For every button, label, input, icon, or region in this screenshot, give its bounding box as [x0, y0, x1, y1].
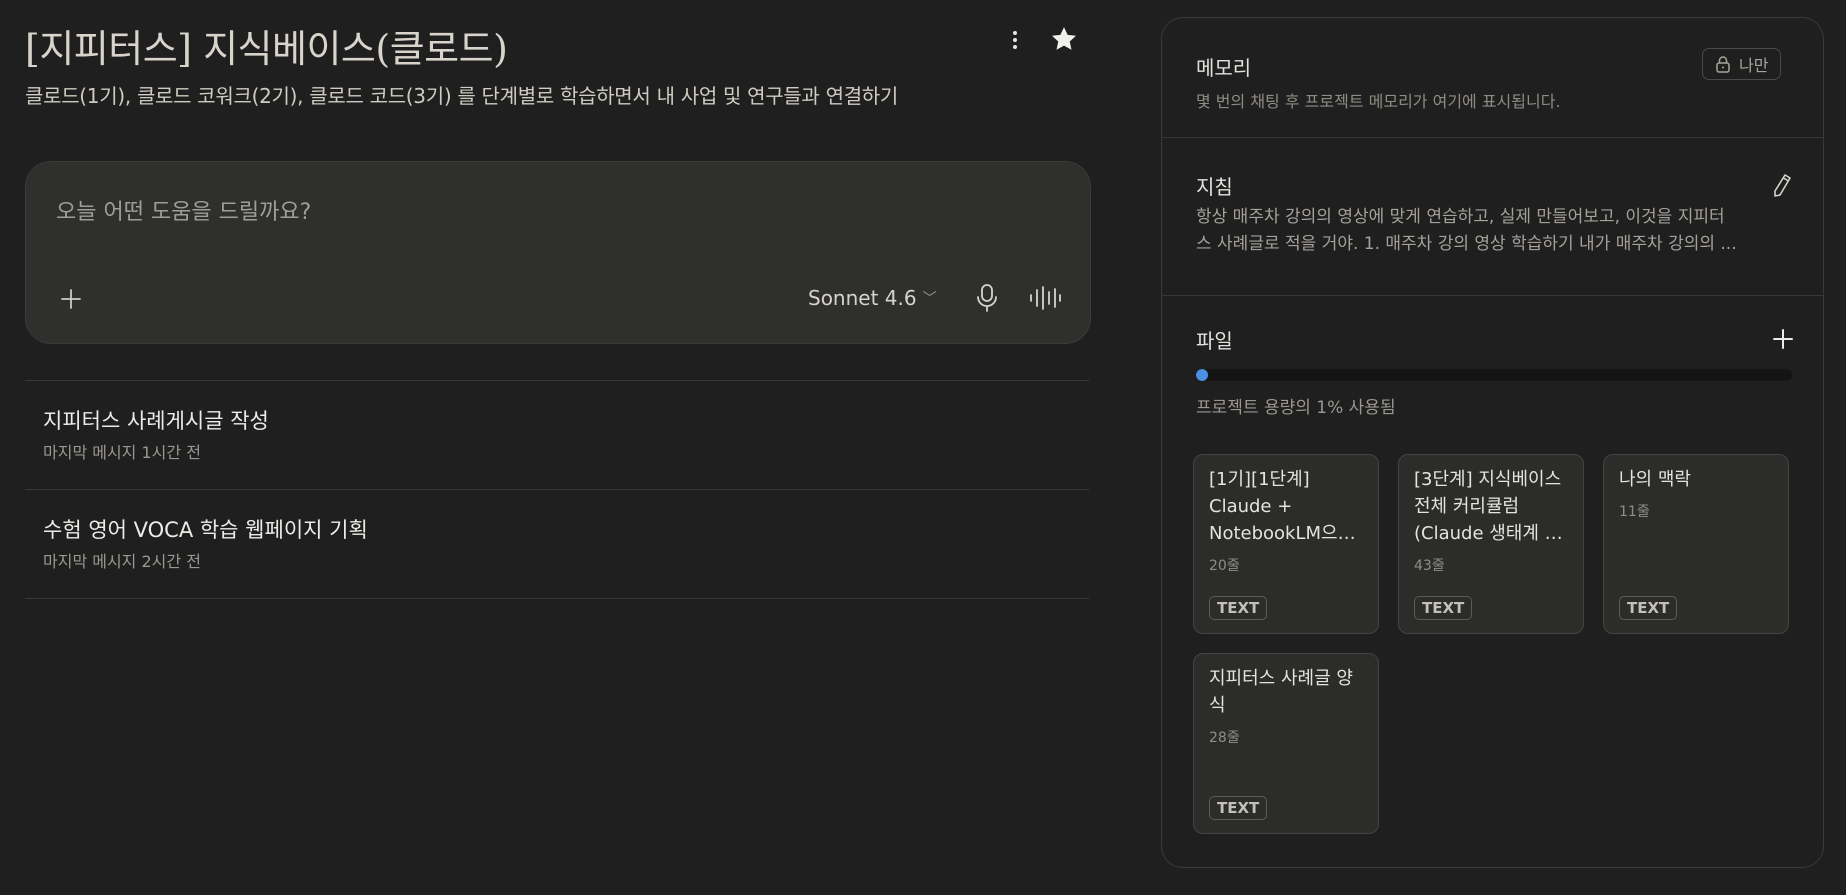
- privacy-button[interactable]: 나만: [1702, 48, 1782, 80]
- instructions-title: 지침: [1196, 175, 1233, 199]
- file-line-count: 28줄: [1209, 730, 1240, 746]
- file-name: [3단계] 지식베이스 전체 커리큘럼 (Claude 생태계 …: [1414, 469, 1563, 544]
- storage-progress-fill: [1196, 369, 1208, 381]
- file-name: 지피터스 사례글 양식: [1209, 668, 1353, 716]
- model-name: Sonnet 4.6: [808, 286, 917, 310]
- memory-subtitle: 몇 번의 채팅 후 프로젝트 메모리가 여기에 표시됩니다.: [1196, 92, 1561, 111]
- divider: [1162, 137, 1823, 138]
- file-card[interactable]: 지피터스 사례글 양식 28줄 TEXT: [1193, 653, 1379, 834]
- file-name: 나의 맥락: [1619, 469, 1691, 490]
- privacy-label: 나만: [1739, 56, 1769, 75]
- model-selector[interactable]: Sonnet 4.6 ﹀: [808, 286, 937, 310]
- chevron-down-icon: ﹀: [922, 291, 937, 307]
- file-line-count: 43줄: [1414, 558, 1445, 574]
- project-description: 클로드(1기), 클로드 코워크(2기), 클로드 코드(3기) 를 단계별로 …: [25, 84, 898, 108]
- chat-composer[interactable]: 오늘 어떤 도움을 드릴까요? Sonnet 4.6 ﹀: [25, 161, 1091, 344]
- file-name: [1기][1단계] Claude + NotebookLM으…: [1209, 469, 1356, 544]
- star-icon[interactable]: [1049, 24, 1079, 54]
- list-item[interactable]: 수험 영어 VOCA 학습 웹페이지 기획 마지막 메시지 2시간 전: [25, 489, 1089, 599]
- memory-title: 메모리: [1196, 56, 1252, 80]
- plus-icon[interactable]: [60, 288, 82, 310]
- instructions-text[interactable]: 항상 매주차 강의의 영상에 맞게 연습하고, 실제 만들어보고, 이것을 지피…: [1196, 204, 1781, 258]
- list-item[interactable]: 지피터스 사례게시글 작성 마지막 메시지 1시간 전: [25, 380, 1089, 489]
- chat-title: 지피터스 사례게시글 작성: [43, 409, 269, 433]
- project-title: [지피터스] 지식베이스(클로드): [25, 27, 508, 71]
- file-line-count: 11줄: [1619, 504, 1650, 520]
- lock-icon: [1716, 56, 1730, 73]
- chat-list: 지피터스 사례게시글 작성 마지막 메시지 1시간 전 수험 영어 VOCA 학…: [25, 380, 1089, 599]
- files-title: 파일: [1196, 329, 1233, 353]
- file-type-badge: TEXT: [1619, 596, 1678, 620]
- instructions-line: 항상 매주차 강의의 영상에 맞게 연습하고, 실제 만들어보고, 이것을 지피…: [1196, 207, 1725, 227]
- file-card[interactable]: 나의 맥락 11줄 TEXT: [1603, 454, 1789, 634]
- storage-usage-text: 프로젝트 용량의 1% 사용됨: [1196, 398, 1396, 418]
- file-type-badge: TEXT: [1209, 796, 1268, 820]
- file-line-count: 20줄: [1209, 558, 1240, 574]
- project-knowledge-panel: 메모리 몇 번의 채팅 후 프로젝트 메모리가 여기에 표시됩니다. 나만 지침…: [1161, 17, 1824, 868]
- microphone-icon[interactable]: [974, 283, 1000, 313]
- pencil-icon[interactable]: [1770, 173, 1792, 197]
- more-options-icon[interactable]: [1005, 28, 1025, 54]
- chat-timestamp: 마지막 메시지 1시간 전: [43, 443, 201, 462]
- voice-mode-icon[interactable]: [1028, 284, 1062, 312]
- instructions-line: 스 사례글로 적을 거야. 1. 매주차 강의 영상 학습하기 내가 매주차 강…: [1196, 234, 1737, 254]
- chat-timestamp: 마지막 메시지 2시간 전: [43, 552, 201, 571]
- chat-title: 수험 영어 VOCA 학습 웹페이지 기획: [43, 518, 368, 542]
- file-card[interactable]: [3단계] 지식베이스 전체 커리큘럼 (Claude 생태계 … 43줄 TE…: [1398, 454, 1584, 634]
- file-type-badge: TEXT: [1209, 596, 1268, 620]
- file-card[interactable]: [1기][1단계] Claude + NotebookLM으… 20줄 TEXT: [1193, 454, 1379, 634]
- composer-input[interactable]: 오늘 어떤 도움을 드릴까요?: [56, 194, 311, 226]
- divider: [1162, 295, 1823, 296]
- add-file-icon[interactable]: [1772, 328, 1794, 350]
- storage-progress-bar: [1196, 369, 1792, 381]
- file-type-badge: TEXT: [1414, 596, 1473, 620]
